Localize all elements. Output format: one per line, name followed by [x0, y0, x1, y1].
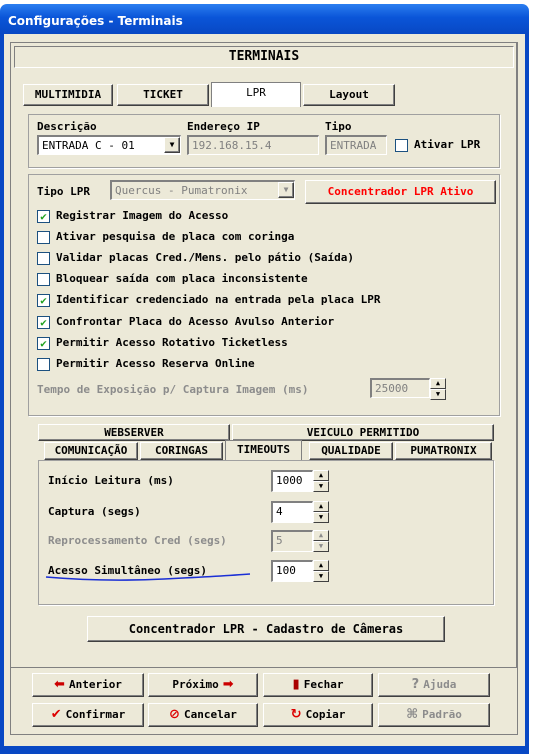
tab-comunicacao[interactable]: COMUNICAÇÃO — [44, 442, 138, 460]
tab-layout[interactable]: Layout — [303, 84, 395, 106]
option-label: Bloquear saída com placa inconsistente — [56, 272, 308, 286]
ativar-lpr-label: Ativar LPR — [414, 138, 481, 151]
refresh-icon: ↻ — [290, 707, 302, 722]
anterior-label: Anterior — [68, 678, 122, 691]
padrao-label: Padrão — [422, 708, 462, 721]
tab-webserver[interactable]: WEBSERVER — [38, 424, 230, 441]
cancelar-button[interactable]: ⊘ Cancelar — [148, 703, 258, 727]
confirmar-button[interactable]: ✔ Confirmar — [32, 703, 144, 727]
exposicao-label: Tempo de Exposição p/ Captura Imagem (ms… — [37, 383, 309, 396]
option-checkbox[interactable]: ✔ — [37, 336, 50, 350]
chevron-down-icon[interactable]: ▼ — [164, 137, 180, 153]
timeout-field[interactable]: 5 — [271, 530, 313, 552]
ativar-lpr-checkbox[interactable] — [395, 139, 408, 152]
option-checkbox[interactable]: ✔ — [37, 294, 50, 308]
window-client: TERMINAIS MULTIMIDIA TICKET LPR Layout D… — [4, 34, 525, 746]
timeout-field[interactable]: 1000 — [271, 470, 313, 492]
timeout-spinner[interactable]: ▲ ▼ — [313, 560, 329, 582]
tab-ticket[interactable]: TICKET — [117, 84, 209, 106]
copiar-label: Copiar — [305, 708, 346, 721]
ajuda-label: Ajuda — [423, 678, 457, 691]
option-checkbox[interactable]: ✔ — [37, 210, 50, 223]
timeout-field[interactable]: 4 — [271, 501, 313, 523]
fechar-button[interactable]: ▮ Fechar — [263, 673, 373, 697]
tipo-lpr-select[interactable]: Quercus - Pumatronix — [110, 180, 295, 200]
exposicao-spinner[interactable]: ▲ ▼ — [430, 378, 446, 400]
padrao-button[interactable]: ⌘ Padrão — [378, 703, 490, 727]
tab-lpr[interactable]: LPR — [211, 82, 301, 107]
proximo-button[interactable]: Próximo ➡ — [148, 673, 258, 697]
fechar-label: Fechar — [303, 678, 344, 691]
option-checkbox[interactable] — [37, 231, 50, 245]
title-bar[interactable]: Configurações - Terminais — [0, 4, 529, 34]
tab-multimidia[interactable]: MULTIMIDIA — [23, 84, 113, 106]
page-title: TERMINAIS — [14, 46, 514, 68]
tab-coringas[interactable]: CORINGAS — [140, 442, 223, 460]
tab-pumatronix[interactable]: PUMATRONIX — [395, 442, 492, 460]
arrow-right-icon: ➡ — [222, 677, 234, 692]
door-icon: ▮ — [292, 677, 300, 692]
option-label: Ativar pesquisa de placa com coringa — [56, 230, 295, 244]
timeout-spinner[interactable]: ▲ ▼ — [313, 530, 329, 552]
timeout-label: Início Leitura (ms) — [48, 474, 174, 487]
option-checkbox[interactable] — [37, 357, 50, 371]
underline-annotation — [45, 573, 251, 581]
copiar-button[interactable]: ↻ Copiar — [263, 703, 373, 727]
exposicao-field[interactable]: 25000 — [370, 378, 430, 398]
descricao-value: ENTRADA C - 01 — [42, 139, 135, 152]
descricao-select[interactable]: ENTRADA C - 01 — [37, 135, 181, 155]
tipo-lpr-label: Tipo LPR — [37, 185, 90, 198]
timeout-label: Reprocessamento Cred (segs) — [48, 534, 227, 547]
option-label: Permitir Acesso Reserva Online — [56, 356, 255, 370]
option-label: Confrontar Placa do Acesso Avulso Anteri… — [56, 314, 335, 328]
cancelar-label: Cancelar — [183, 708, 237, 721]
cadastro-cameras-button[interactable]: Concentrador LPR - Cadastro de Câmeras — [87, 616, 445, 642]
tab-veiculo-permitido[interactable]: VEICULO PERMITIDO — [232, 424, 494, 441]
help-icon: ? — [411, 677, 420, 692]
chevron-down-icon[interactable]: ▼ — [278, 182, 294, 198]
timeout-spinner[interactable]: ▲ ▼ — [313, 501, 329, 523]
descricao-label: Descrição — [37, 120, 97, 133]
cancel-icon: ⊘ — [169, 707, 180, 722]
option-label: Permitir Acesso Rotativo Ticketless — [56, 335, 288, 349]
option-checkbox[interactable] — [37, 252, 50, 266]
arrow-left-icon: ⬅ — [54, 677, 65, 692]
tipo-label: Tipo — [325, 120, 352, 133]
timeout-label: Captura (segs) — [48, 505, 141, 518]
ajuda-button[interactable]: ? Ajuda — [378, 673, 490, 697]
checkmark-icon: ✔ — [50, 707, 62, 722]
proximo-label: Próximo — [172, 678, 219, 691]
anterior-button[interactable]: ⬅ Anterior — [32, 673, 144, 697]
window-title: Configurações - Terminais — [8, 14, 183, 28]
endereco-field[interactable]: 192.168.15.4 — [187, 135, 319, 155]
timeout-spinner[interactable]: ▲ ▼ — [313, 470, 329, 492]
option-label: Validar placas Cred./Mens. pelo pátio (S… — [56, 251, 355, 265]
timeout-field[interactable]: 100 — [271, 560, 313, 582]
option-checkbox[interactable]: ✔ — [37, 315, 50, 329]
puzzle-icon: ⌘ — [406, 707, 419, 722]
confirmar-label: Confirmar — [65, 708, 126, 721]
endereco-label: Endereço IP — [187, 120, 260, 133]
concentrador-ativo-button[interactable]: Concentrador LPR Ativo — [305, 180, 496, 204]
tipo-field[interactable]: ENTRADA — [325, 135, 387, 155]
tab-qualidade[interactable]: QUALIDADE — [309, 442, 393, 460]
tab-timeouts[interactable]: TIMEOUTS — [225, 440, 302, 461]
option-label: Identificar credenciado na entrada pela … — [56, 293, 381, 307]
option-label: Registrar Imagem do Acesso — [56, 209, 229, 222]
option-checkbox[interactable] — [37, 273, 50, 287]
